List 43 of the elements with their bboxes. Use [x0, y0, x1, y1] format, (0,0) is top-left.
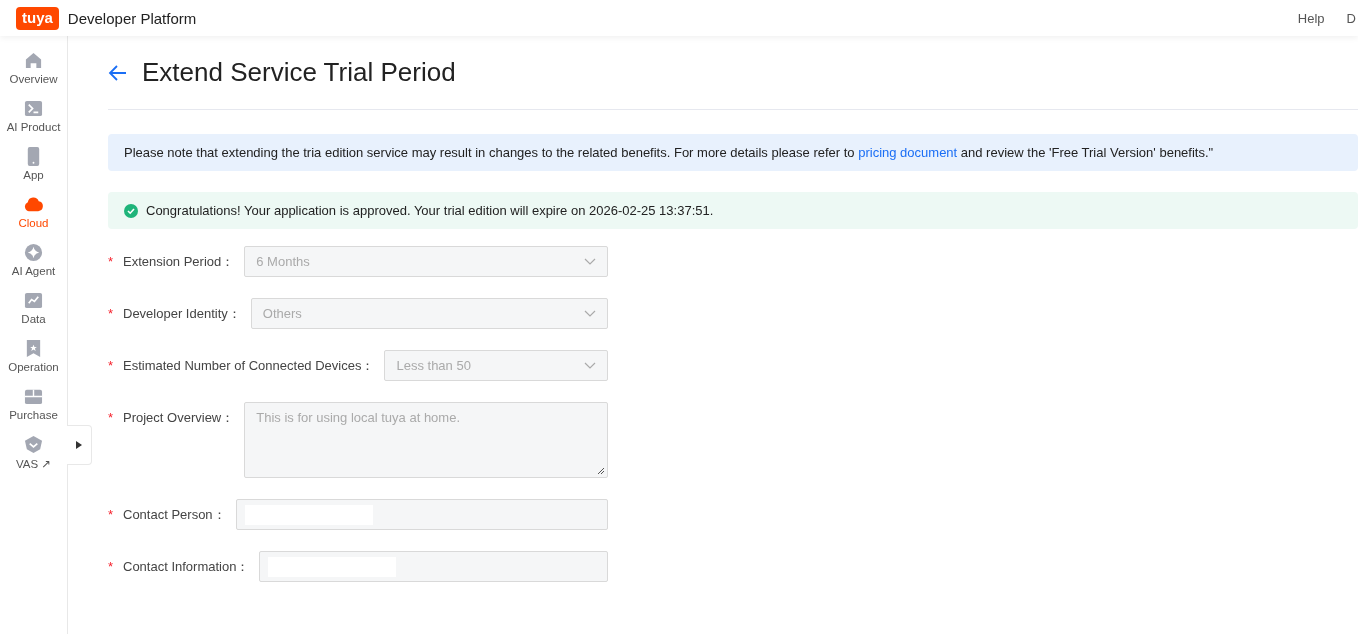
- sidebar-item[interactable]: Cloud: [18, 195, 49, 229]
- field-label: Contact Person：: [123, 506, 226, 524]
- chart-icon: [24, 291, 43, 310]
- caret-right-icon: [76, 441, 82, 449]
- notice-text: Please note that extending the tria edition service may result in changes to the related benefits. For more details please refer to pricing document and review the 'Free Trial Version' benefits.": [124, 145, 1214, 160]
- gem-icon: [24, 435, 43, 454]
- success-message: Congratulations! Your application is approved. Your trial edition will expire on 2026-02-25 13:37:51.: [146, 203, 714, 218]
- sidebar-item[interactable]: AI Product: [6, 99, 61, 133]
- pricing-link[interactable]: pricing document: [858, 145, 958, 160]
- field-label: Contact Information：: [123, 558, 250, 576]
- required-mark: *: [108, 357, 115, 375]
- sidebar-item[interactable]: Operation: [8, 339, 59, 373]
- required-mark: *: [108, 305, 115, 323]
- field-label: Developer Identity：: [123, 305, 241, 323]
- field-label: Project Overview：: [123, 409, 235, 427]
- check-circle-icon: [124, 203, 138, 218]
- sidebar-expand-button[interactable]: [67, 425, 92, 465]
- header-link[interactable]: Help: [1297, 10, 1325, 26]
- sparkle-icon: [24, 243, 43, 262]
- header-link[interactable]: D: [1346, 10, 1356, 26]
- required-mark: *: [108, 409, 115, 427]
- page-title: Extend Service Trial Period: [142, 57, 456, 88]
- bookmark-icon: [24, 339, 43, 358]
- sidebar-item[interactable]: VAS ↗: [16, 435, 51, 471]
- back-arrow-icon[interactable]: [108, 62, 128, 83]
- chevron-down-icon: [584, 361, 596, 370]
- required-mark: *: [108, 558, 115, 576]
- terminal-icon: [24, 99, 43, 118]
- platform-title: Developer Platform: [67, 9, 197, 27]
- field-label: Estimated Number of Connected Devices：: [123, 357, 375, 375]
- sidebar-item[interactable]: Purchase: [9, 387, 58, 421]
- chevron-down-icon: [584, 257, 596, 266]
- sidebar-item[interactable]: App: [23, 147, 44, 181]
- sidebar-item[interactable]: Data: [21, 291, 46, 325]
- cloud-icon: [24, 195, 43, 214]
- field-label: Extension Period：: [123, 253, 235, 271]
- sidebar-item[interactable]: AI Agent: [11, 243, 56, 277]
- sidebar-item[interactable]: Overview: [9, 51, 58, 85]
- required-mark: *: [108, 506, 115, 524]
- required-mark: *: [108, 253, 115, 271]
- box-icon: [24, 387, 43, 406]
- chevron-down-icon: [584, 309, 596, 318]
- home-icon: [24, 51, 43, 70]
